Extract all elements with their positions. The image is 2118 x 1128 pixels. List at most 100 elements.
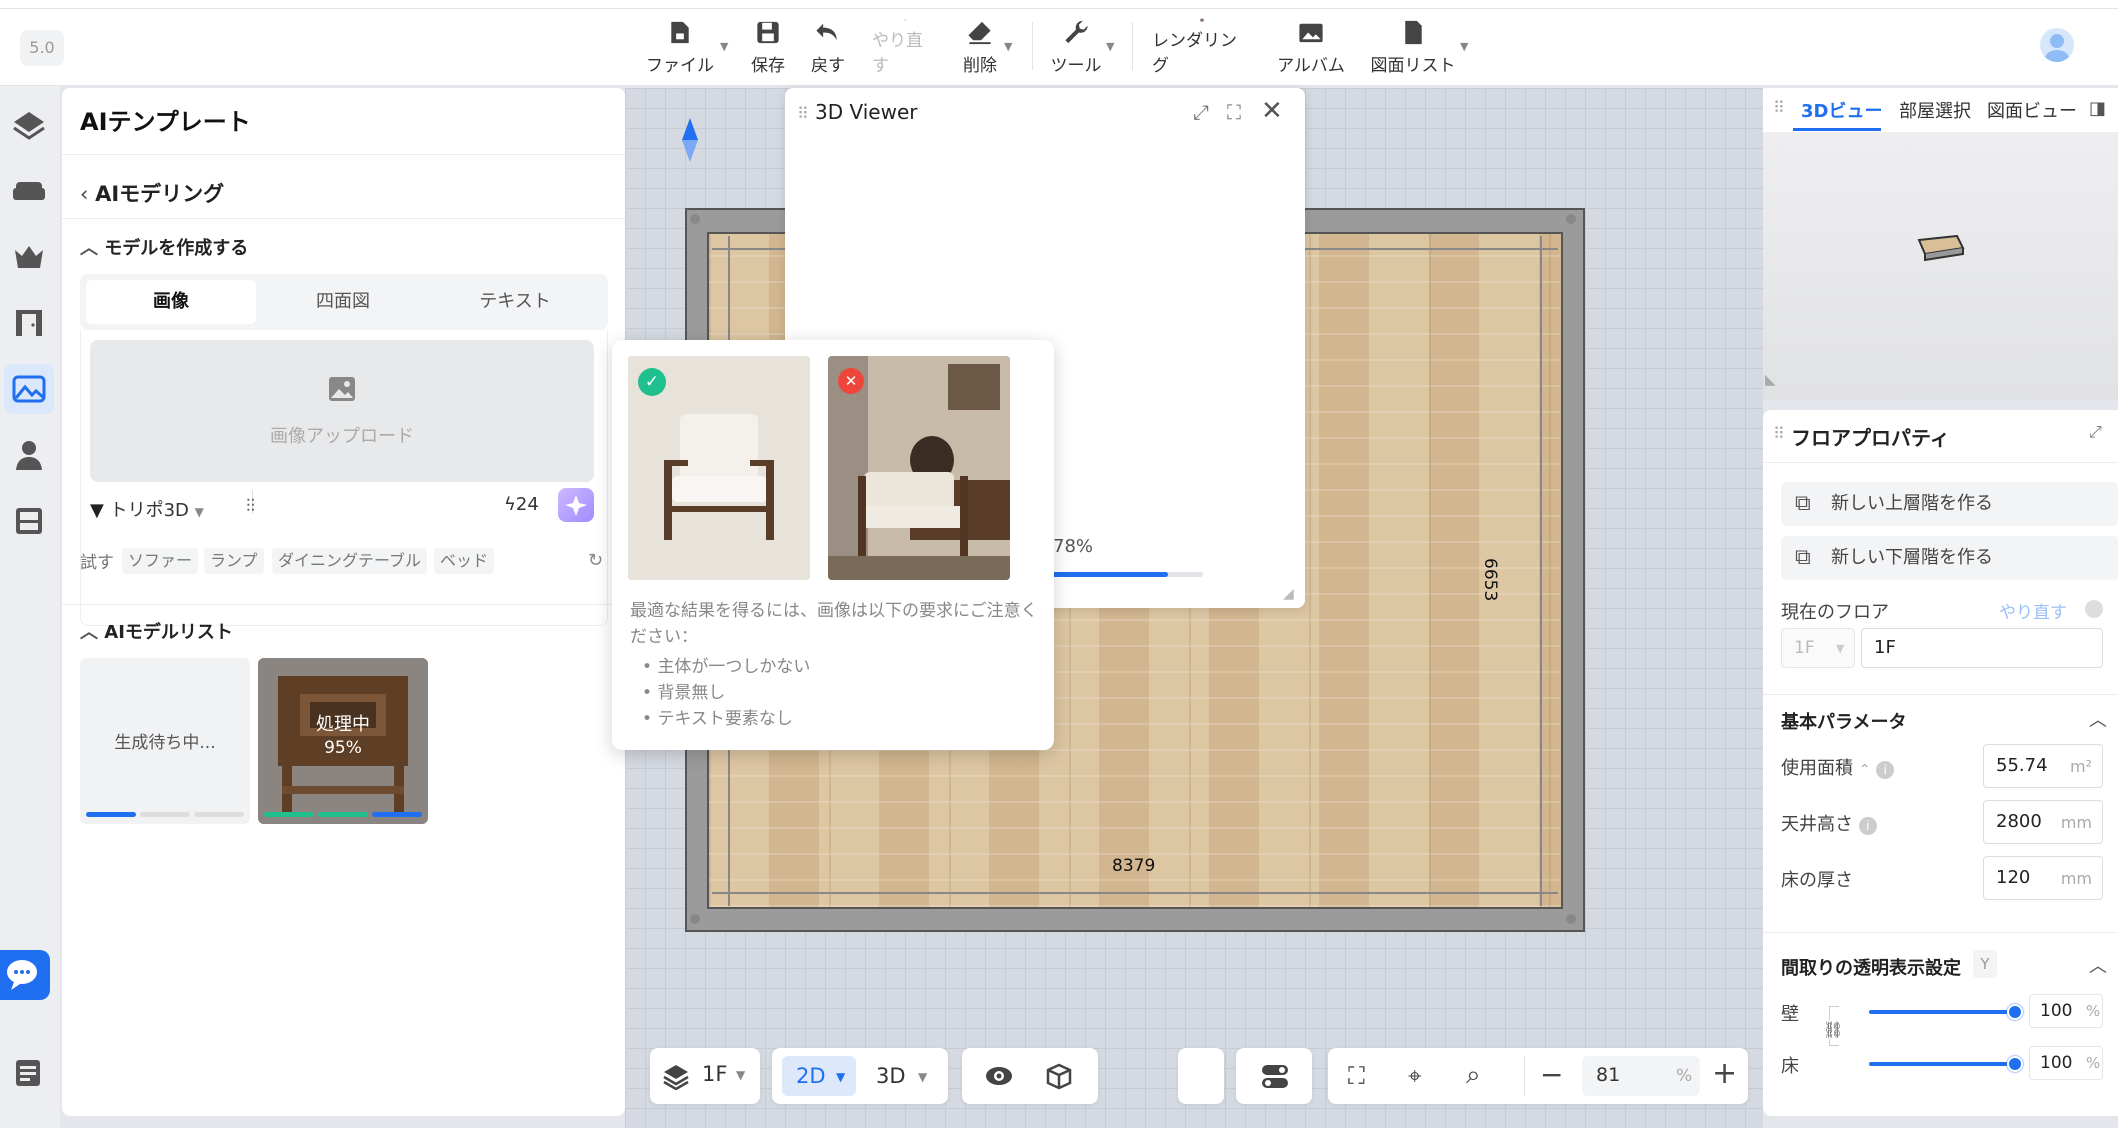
room-3d-model [1917, 234, 1965, 262]
add-lower-floor-button[interactable]: ⧉ 新しい下層階を作る [1781, 536, 2118, 580]
document-icon [1405, 20, 1422, 45]
zoom-out-button[interactable]: − [1540, 1058, 1563, 1091]
model-card-pending[interactable]: 生成待ち中... [80, 658, 250, 824]
3d-preview-viewport[interactable]: ◣ [1763, 132, 2118, 400]
try-chip-sofa[interactable]: ソファー [122, 548, 199, 574]
chat-support-button[interactable] [0, 950, 50, 1000]
avatar[interactable] [2040, 28, 2074, 62]
tab-image[interactable]: 画像 [86, 280, 256, 324]
sort-icon[interactable]: ⌃ [1859, 762, 1871, 778]
floor-opacity-label: 床 [1781, 1056, 1799, 1077]
tab-four-view[interactable]: 四面図 [258, 280, 428, 324]
redo-button[interactable]: やり直す [872, 18, 938, 76]
tab-plan-view[interactable]: 図面ビュー [1987, 97, 2077, 123]
mode-3d-button[interactable]: 3D ▼ [866, 1056, 940, 1096]
chevron-up-icon[interactable]: ︿ [2089, 706, 2107, 732]
delete-caret-icon[interactable]: ▼ [1004, 40, 1012, 53]
link-icon[interactable]: ⛓ [1823, 1020, 1844, 1039]
back-button[interactable]: ‹ AIモデリング [80, 178, 224, 208]
mode-2d-button[interactable]: 2D ▼ [782, 1056, 856, 1096]
toolbar-divider [1032, 22, 1033, 70]
box-view-icon[interactable] [1044, 1062, 1074, 1090]
redo-link[interactable]: やり直す [1999, 598, 2067, 623]
rail-doors-button[interactable] [4, 298, 54, 348]
zoom-input[interactable]: 81 % [1582, 1056, 1700, 1096]
wall-opacity-slider[interactable] [1869, 1010, 2015, 1014]
area-input[interactable]: 55.74 m² [1983, 744, 2103, 788]
popout-icon[interactable]: ◨ [2089, 98, 2106, 119]
chevron-up-icon[interactable]: ︿ [2089, 952, 2107, 978]
add-upper-floor-button[interactable]: ⧉ 新しい上層階を作る [1781, 482, 2118, 526]
zoom-area-icon[interactable]: ⌕ [1466, 1060, 1481, 1091]
model-list-section-header[interactable]: ︿ AIモデルリスト [80, 618, 233, 644]
tools-button[interactable]: ツール [1050, 18, 1102, 76]
area-label-text: 使用面積 [1781, 758, 1853, 779]
rail-layout-button[interactable] [4, 100, 54, 150]
corner-node[interactable] [690, 214, 700, 224]
info-icon[interactable]: i [1858, 817, 1877, 835]
drag-handle-icon[interactable]: ⠿ [797, 104, 809, 123]
tab-text[interactable]: テキスト [430, 280, 600, 324]
try-chip-bed[interactable]: ベッド [434, 548, 495, 574]
rail-furniture-button[interactable] [4, 166, 54, 216]
corner-node[interactable] [1566, 914, 1576, 924]
wall-opacity-input[interactable]: 100 % [2029, 994, 2103, 1028]
expand-icon[interactable]: ⤢ [1193, 100, 1209, 124]
ceiling-input[interactable]: 2800 mm [1983, 800, 2103, 844]
file-button[interactable]: ファイル [645, 18, 715, 76]
tab-3d-view[interactable]: 3Dビュー [1801, 97, 1882, 123]
tab-room-select[interactable]: 部屋選択 [1899, 97, 1971, 123]
model-select[interactable]: ▼ トリポ3D ▼ [90, 496, 204, 522]
expand-icon[interactable]: ⤢ [2089, 422, 2102, 442]
rail-list-button[interactable] [4, 1048, 54, 1098]
file-caret-icon[interactable]: ▼ [720, 40, 728, 53]
image-upload-dropzone[interactable]: 画像アップロード [90, 340, 594, 482]
delete-button[interactable]: 削除 [960, 18, 1000, 76]
undo-button[interactable]: 戻す [808, 18, 848, 76]
zoom-in-button[interactable]: + [1712, 1056, 1737, 1091]
create-model-section-header[interactable]: ︿ モデルを作成する [80, 234, 248, 260]
generate-button[interactable] [558, 488, 594, 522]
drag-handle-icon[interactable]: ⠿ [1773, 98, 1785, 117]
redo-label: やり直す [872, 31, 923, 76]
thickness-input[interactable]: 120 mm [1983, 856, 2103, 900]
render-button[interactable]: レンダリング [1152, 18, 1252, 76]
corner-node[interactable] [1566, 214, 1576, 224]
rail-people-button[interactable] [4, 430, 54, 480]
settings-sliders-icon[interactable]: ⫶⫶ [246, 496, 255, 517]
floor-select[interactable]: 1F ▼ [1781, 628, 1855, 668]
focus-icon[interactable]: ⌖ [1408, 1062, 1422, 1090]
rail-ai-button[interactable] [4, 364, 54, 414]
plan-list-button[interactable]: 図面リスト [1370, 18, 1456, 76]
eye-icon[interactable] [984, 1062, 1014, 1090]
close-icon[interactable]: ✕ [1261, 96, 1283, 126]
info-icon[interactable]: i [1876, 761, 1895, 779]
model-card-processing[interactable]: 処理中 95% [258, 658, 428, 824]
try-chip-lamp[interactable]: ランプ [204, 548, 264, 574]
wall-slider-knob[interactable] [2007, 1004, 2023, 1020]
chevron-up-icon: ︿ [80, 622, 105, 643]
resize-handle-icon[interactable]: ◣ [1765, 372, 1776, 388]
rail-cabinet-button[interactable] [4, 496, 54, 546]
try-chip-dining-table[interactable]: ダイニングテーブル [272, 548, 428, 574]
floor-opacity-slider[interactable] [1869, 1062, 2015, 1066]
drag-handle-icon[interactable]: ⠿ [1773, 424, 1785, 443]
toggle-settings-button[interactable] [1236, 1048, 1312, 1104]
blank-tool-button[interactable] [1178, 1048, 1224, 1104]
floor-opacity-input[interactable]: 100 % [2029, 1046, 2103, 1080]
view-settings-icon[interactable]: ⛶ [1348, 1062, 1365, 1090]
resize-handle-icon[interactable]: ◢ [1283, 586, 1294, 602]
refresh-icon[interactable]: ↻ [588, 550, 603, 571]
ai-landscape-icon [12, 375, 46, 403]
corner-node[interactable] [690, 914, 700, 924]
tools-caret-icon[interactable]: ▼ [1106, 40, 1114, 53]
save-button[interactable]: 保存 [748, 18, 788, 76]
ceiling-unit: mm [2060, 813, 2092, 832]
album-button[interactable]: アルバム [1276, 18, 1346, 76]
floor-selector[interactable]: 1F ▼ [650, 1048, 760, 1104]
floor-name-input[interactable]: 1F [1861, 628, 2103, 668]
floor-slider-knob[interactable] [2007, 1056, 2023, 1072]
rail-premium-button[interactable] [4, 232, 54, 282]
fullscreen-icon[interactable]: ⛶ [1227, 100, 1241, 124]
plan-list-caret-icon[interactable]: ▼ [1460, 40, 1468, 53]
